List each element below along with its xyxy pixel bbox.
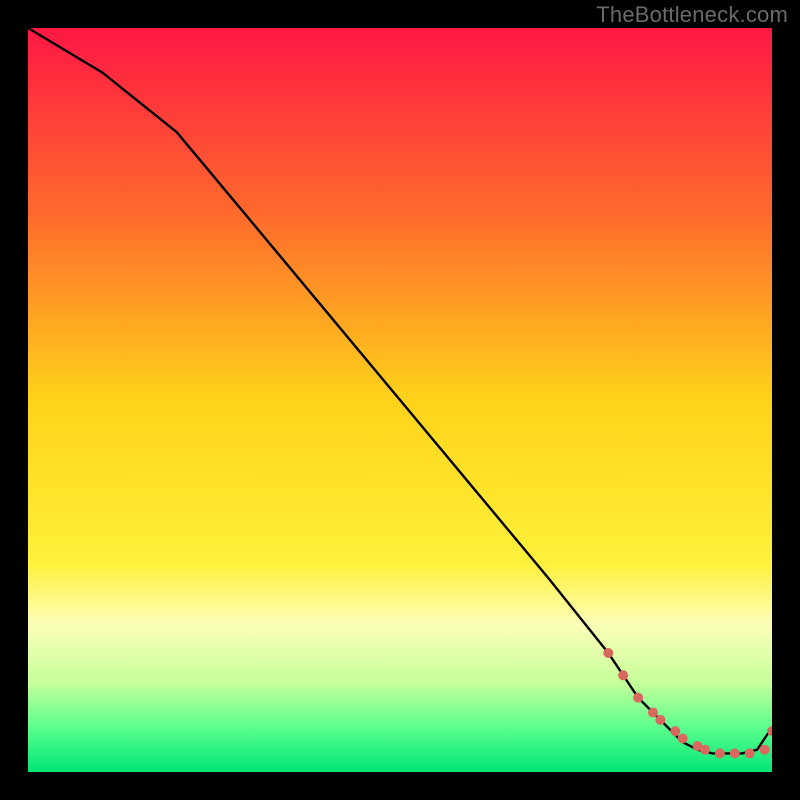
tail-dot bbox=[760, 745, 770, 755]
tail-dot bbox=[633, 693, 643, 703]
tail-dot bbox=[678, 734, 688, 744]
chart-frame: TheBottleneck.com bbox=[0, 0, 800, 800]
chart-svg bbox=[28, 28, 772, 772]
tail-dot bbox=[670, 726, 680, 736]
tail-dot bbox=[730, 748, 740, 758]
tail-dot bbox=[618, 670, 628, 680]
tail-dot bbox=[648, 708, 658, 718]
tail-dot bbox=[655, 715, 665, 725]
watermark-text: TheBottleneck.com bbox=[596, 2, 788, 28]
tail-dot bbox=[745, 748, 755, 758]
tail-dot bbox=[715, 748, 725, 758]
tail-dot bbox=[603, 648, 613, 658]
tail-dot bbox=[700, 745, 710, 755]
plot-area bbox=[28, 28, 772, 772]
